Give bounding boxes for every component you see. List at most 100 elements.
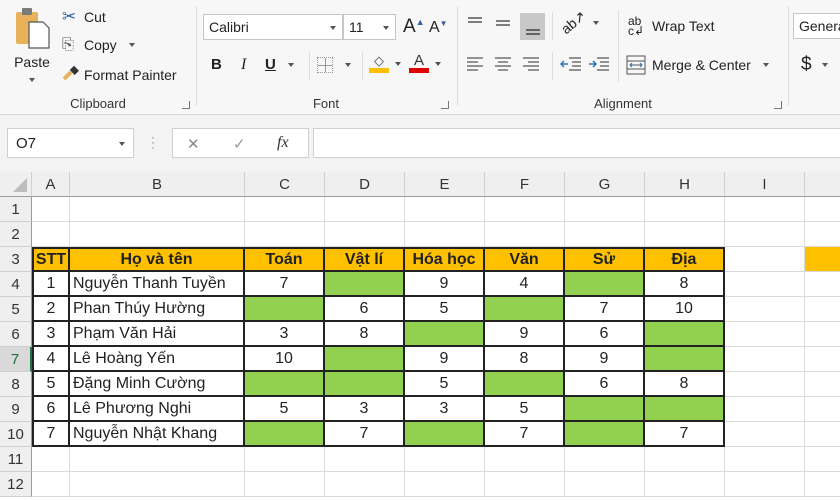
column-header[interactable]: C — [245, 172, 325, 197]
score-cell[interactable] — [485, 372, 565, 397]
row-header[interactable]: 10 — [0, 422, 32, 447]
shrink-font-button[interactable]: A ▼ — [429, 19, 448, 37]
formula-input[interactable] — [313, 128, 840, 158]
cell[interactable] — [70, 197, 245, 222]
stt-cell[interactable]: 3 — [32, 322, 70, 347]
score-cell[interactable]: 5 — [485, 397, 565, 422]
column-header[interactable]: A — [32, 172, 70, 197]
student-name-cell[interactable]: Nguyễn Nhật Khang — [70, 422, 245, 447]
cell[interactable] — [645, 447, 725, 472]
score-cell[interactable]: 5 — [405, 372, 485, 397]
cell[interactable] — [32, 447, 70, 472]
score-cell[interactable] — [645, 347, 725, 372]
cell[interactable] — [805, 272, 840, 297]
cell[interactable] — [645, 472, 725, 497]
row-header[interactable]: 6 — [0, 322, 32, 347]
merge-dropdown-icon[interactable] — [762, 63, 769, 67]
cell[interactable] — [805, 447, 840, 472]
cell[interactable] — [805, 222, 840, 247]
cell[interactable] — [725, 372, 805, 397]
score-cell[interactable]: 9 — [405, 347, 485, 372]
score-cell[interactable]: 8 — [645, 272, 725, 297]
stt-cell[interactable]: 7 — [32, 422, 70, 447]
cell[interactable] — [725, 472, 805, 497]
table-header-cell[interactable]: Họ và tên — [70, 247, 245, 272]
score-cell[interactable]: 7 — [565, 297, 645, 322]
score-cell[interactable]: 6 — [565, 372, 645, 397]
stt-cell[interactable]: 4 — [32, 347, 70, 372]
borders-button[interactable] — [317, 57, 351, 73]
table-header-cell[interactable]: Địa — [645, 247, 725, 272]
font-size-select[interactable]: 11 — [343, 14, 396, 40]
score-cell[interactable] — [325, 347, 405, 372]
cell[interactable] — [725, 422, 805, 447]
align-left-button[interactable] — [466, 56, 484, 72]
cell[interactable] — [485, 447, 565, 472]
cell[interactable] — [725, 322, 805, 347]
student-name-cell[interactable]: Nguyễn Thanh Tuyền — [70, 272, 245, 297]
score-cell[interactable]: 5 — [245, 397, 325, 422]
copy-dropdown-icon[interactable] — [128, 42, 135, 47]
score-cell[interactable]: 3 — [405, 397, 485, 422]
score-cell[interactable] — [485, 297, 565, 322]
cell[interactable] — [485, 472, 565, 497]
column-header[interactable] — [805, 172, 840, 197]
cell[interactable] — [485, 222, 565, 247]
name-box-dropdown-icon[interactable] — [119, 142, 125, 146]
orientation-button[interactable]: ab↗ — [558, 7, 600, 37]
score-cell[interactable]: 9 — [405, 272, 485, 297]
column-header[interactable]: I — [725, 172, 805, 197]
copy-button[interactable]: ⎘ Copy — [62, 36, 135, 53]
paste-dropdown-icon[interactable] — [29, 78, 35, 82]
row-header[interactable]: 4 — [0, 272, 32, 297]
middle-align-button[interactable] — [494, 12, 516, 34]
column-header[interactable]: G — [565, 172, 645, 197]
score-cell[interactable] — [325, 372, 405, 397]
score-cell[interactable] — [245, 422, 325, 447]
score-cell[interactable]: 4 — [485, 272, 565, 297]
cell[interactable] — [325, 197, 405, 222]
cell[interactable] — [405, 222, 485, 247]
score-cell[interactable]: 9 — [565, 347, 645, 372]
column-header[interactable]: D — [325, 172, 405, 197]
row-header[interactable]: 3 — [0, 247, 32, 272]
fill-color-dropdown-icon[interactable] — [395, 61, 401, 66]
cell[interactable] — [405, 447, 485, 472]
wrap-text-button[interactable]: ab c↲ Wrap Text — [628, 15, 715, 37]
row-header[interactable]: 1 — [0, 197, 32, 222]
column-header[interactable]: E — [405, 172, 485, 197]
cell[interactable] — [645, 222, 725, 247]
cell[interactable] — [805, 397, 840, 422]
enter-icon[interactable]: ✓ — [233, 135, 246, 153]
bold-button[interactable]: B — [211, 56, 222, 73]
currency-dropdown-icon[interactable] — [821, 63, 828, 67]
italic-button[interactable]: I — [241, 56, 246, 74]
score-cell[interactable]: 10 — [645, 297, 725, 322]
cell[interactable] — [645, 197, 725, 222]
currency-button[interactable]: $ — [801, 54, 828, 76]
score-cell[interactable]: 3 — [245, 322, 325, 347]
row-header[interactable]: 2 — [0, 222, 32, 247]
row-header[interactable]: 7 — [0, 347, 32, 372]
cell[interactable] — [405, 197, 485, 222]
cell[interactable] — [70, 447, 245, 472]
student-name-cell[interactable]: Lê Phương Nghi — [70, 397, 245, 422]
cell[interactable] — [245, 472, 325, 497]
cell[interactable] — [325, 222, 405, 247]
cell[interactable] — [725, 197, 805, 222]
underline-button[interactable]: U — [265, 56, 294, 73]
grow-font-button[interactable]: A ▲ — [403, 16, 425, 38]
score-cell[interactable]: 7 — [645, 422, 725, 447]
score-cell[interactable]: 3 — [325, 397, 405, 422]
stt-cell[interactable]: 2 — [32, 297, 70, 322]
table-header-cell[interactable]: Toán — [245, 247, 325, 272]
fill-color-button[interactable]: ◇ — [369, 54, 401, 73]
align-center-button[interactable] — [494, 56, 512, 72]
student-name-cell[interactable]: Đặng Minh Cường — [70, 372, 245, 397]
underline-dropdown-icon[interactable] — [287, 62, 294, 67]
row-header[interactable]: 12 — [0, 472, 32, 497]
column-header[interactable]: B — [70, 172, 245, 197]
score-cell[interactable]: 8 — [485, 347, 565, 372]
cell[interactable] — [805, 372, 840, 397]
cell[interactable] — [565, 222, 645, 247]
